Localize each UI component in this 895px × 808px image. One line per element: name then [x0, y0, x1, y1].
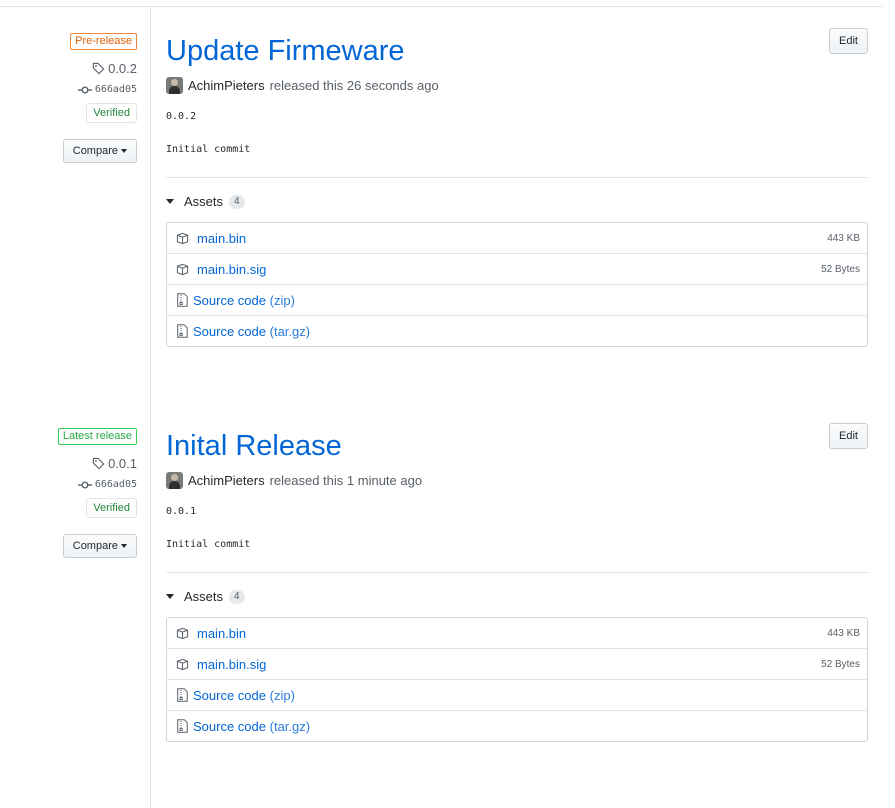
commit-sha: 666ad05	[94, 84, 137, 95]
tag-icon	[92, 62, 105, 75]
tag-name: 0.0.1	[108, 456, 137, 471]
compare-button[interactable]: Compare	[62, 534, 137, 558]
asset-row: Source code (tar.gz)	[167, 711, 867, 741]
notes-line: Initial commit	[166, 144, 251, 155]
asset-size: 443 KB	[827, 232, 860, 244]
assets-label: Assets	[184, 194, 224, 209]
package-icon	[175, 626, 189, 640]
file-zip-icon	[175, 688, 189, 702]
release-notes: 0.0.1 Initial commit	[166, 506, 868, 550]
asset-name: Source code	[193, 718, 266, 734]
release-title[interactable]: Update Firmeware	[166, 28, 868, 74]
release-entry: Latest release 0.0.1 666ad05 Verified Co…	[0, 395, 895, 765]
release-body: Update Firmeware Edit AchimPieters relea…	[166, 28, 868, 347]
caret-down-icon	[121, 544, 127, 549]
release-title[interactable]: Inital Release	[166, 423, 868, 469]
source-code-zip-link[interactable]: Source code (zip)	[193, 688, 295, 703]
package-icon	[175, 262, 189, 276]
file-zip-icon	[175, 324, 189, 338]
source-code-targz-link[interactable]: Source code (tar.gz)	[193, 719, 310, 734]
tag-row[interactable]: 0.0.2	[17, 61, 137, 76]
divider	[166, 177, 868, 178]
notes-line: 0.0.2	[166, 111, 197, 122]
commit-row[interactable]: 666ad05	[17, 84, 137, 95]
divider	[166, 572, 868, 573]
release-byline: AchimPieters released this 1 minute ago	[166, 470, 868, 490]
triangle-down-icon	[166, 199, 174, 204]
author-link[interactable]: AchimPieters	[188, 78, 265, 93]
release-body: Inital Release Edit AchimPieters release…	[166, 423, 868, 742]
avatar[interactable]	[166, 76, 183, 94]
tag-icon	[92, 457, 105, 470]
asset-row: main.bin 443 KB	[167, 618, 867, 649]
latest-release-badge: Latest release	[57, 428, 137, 445]
release-byline: AchimPieters released this 26 seconds ag…	[166, 75, 868, 95]
verified-badge[interactable]: Verified	[86, 103, 137, 123]
author-link[interactable]: AchimPieters	[188, 473, 265, 488]
caret-down-icon	[121, 149, 127, 154]
source-code-targz-link[interactable]: Source code (tar.gz)	[193, 324, 310, 339]
commit-icon	[77, 86, 92, 93]
verified-badge[interactable]: Verified	[86, 498, 137, 518]
commit-row[interactable]: 666ad05	[17, 479, 137, 490]
assets-list: main.bin 443 KB main.bin.sig 52 Bytes So…	[166, 222, 868, 347]
source-code-zip-link[interactable]: Source code (zip)	[193, 293, 295, 308]
compare-label: Compare	[72, 540, 118, 552]
package-icon	[175, 657, 189, 671]
asset-row: Source code (zip)	[167, 285, 867, 316]
assets-label: Assets	[184, 589, 224, 604]
release-meta: Latest release 0.0.1 666ad05 Verified Co…	[17, 426, 137, 558]
asset-row: main.bin.sig 52 Bytes	[167, 254, 867, 285]
asset-row: Source code (tar.gz)	[167, 316, 867, 346]
package-icon	[175, 231, 189, 245]
tag-name: 0.0.2	[108, 61, 137, 76]
asset-link[interactable]: main.bin	[197, 626, 246, 641]
pre-release-badge: Pre-release	[70, 33, 137, 50]
asset-name: Source code	[193, 292, 266, 308]
asset-row: Source code (zip)	[167, 680, 867, 711]
notes-line: 0.0.1	[166, 506, 197, 517]
asset-suffix: (tar.gz)	[269, 718, 311, 734]
assets-count: 4	[229, 589, 245, 604]
asset-row: main.bin.sig 52 Bytes	[167, 649, 867, 680]
notes-line: Initial commit	[166, 539, 251, 550]
compare-button[interactable]: Compare	[62, 139, 137, 163]
file-zip-icon	[175, 293, 189, 307]
asset-name: Source code	[193, 687, 266, 703]
release-entry: Pre-release 0.0.2 666ad05 Verified Compa…	[0, 0, 895, 370]
release-time: released this 26 seconds ago	[269, 77, 439, 93]
assets-toggle[interactable]: Assets 4	[166, 589, 868, 604]
edit-button[interactable]: Edit	[829, 423, 868, 449]
asset-size: 52 Bytes	[821, 658, 860, 670]
asset-name: Source code	[193, 323, 266, 339]
asset-suffix: (zip)	[269, 292, 295, 308]
tag-row[interactable]: 0.0.1	[17, 456, 137, 471]
asset-size: 52 Bytes	[821, 263, 860, 275]
assets-toggle[interactable]: Assets 4	[166, 194, 868, 209]
assets-count: 4	[229, 194, 245, 209]
assets-list: main.bin 443 KB main.bin.sig 52 Bytes So…	[166, 617, 868, 742]
file-zip-icon	[175, 719, 189, 733]
edit-button[interactable]: Edit	[829, 28, 868, 54]
asset-link[interactable]: main.bin	[197, 231, 246, 246]
asset-suffix: (tar.gz)	[269, 323, 311, 339]
release-meta: Pre-release 0.0.2 666ad05 Verified Compa…	[17, 31, 137, 163]
commit-sha: 666ad05	[94, 479, 137, 490]
asset-link[interactable]: main.bin.sig	[197, 657, 266, 672]
asset-link[interactable]: main.bin.sig	[197, 262, 266, 277]
triangle-down-icon	[166, 594, 174, 599]
release-notes: 0.0.2 Initial commit	[166, 111, 868, 155]
compare-label: Compare	[72, 145, 118, 157]
asset-suffix: (zip)	[269, 687, 295, 703]
release-time: released this 1 minute ago	[269, 472, 423, 488]
commit-icon	[77, 481, 92, 488]
asset-size: 443 KB	[827, 627, 860, 639]
avatar[interactable]	[166, 471, 183, 489]
asset-row: main.bin 443 KB	[167, 223, 867, 254]
